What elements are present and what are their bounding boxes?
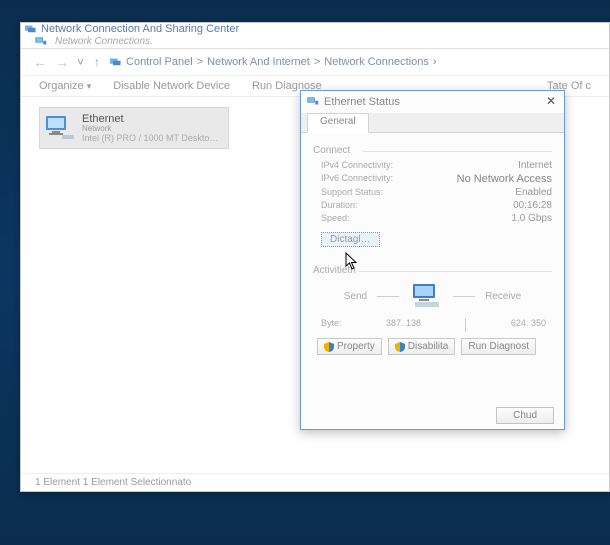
network-center-icon — [25, 24, 37, 34]
row-ipv4: IPv4 Connectivity: Internet — [321, 160, 552, 171]
section-activity: Activitieth — [313, 265, 552, 276]
bytes-received: 624. 350 — [511, 318, 546, 332]
dialog-tabrow: General — [301, 113, 564, 133]
disable-device-button[interactable]: Disable Network Device — [113, 80, 230, 92]
tab-label: Network Connections. — [55, 36, 153, 47]
dialog-body: Connect IPv4 Connectivity: Internet IPv6… — [301, 133, 564, 363]
window-titlebar: Network Connection And Sharing Center — [21, 23, 609, 35]
breadcrumb-part-1[interactable]: Control Panel — [126, 56, 193, 68]
duration-label: Duration: — [321, 200, 358, 211]
row-duration: Duration: 00:16:28 — [321, 200, 552, 211]
byte-row: Byte: 387. 138 624. 350 — [321, 318, 546, 332]
support-label: Support Status: — [321, 187, 383, 198]
row-speed: Speed: 1.0 Gbps — [321, 213, 552, 224]
activity-visual: Send Receive — [313, 282, 552, 310]
breadcrumb-icon — [110, 57, 122, 67]
breadcrumb-sep-2: > — [314, 56, 320, 68]
ethernet-icon — [307, 97, 319, 107]
activity-computer-icon — [409, 282, 443, 310]
diagnose-button[interactable]: Run Diagnost — [461, 338, 536, 355]
dialog-title: Ethernet Status — [324, 96, 400, 108]
connection-adapter: Intel (R) PRO / 1000 MT Desktop Ad… — [82, 134, 222, 144]
receive-label: Receive — [485, 291, 521, 302]
speed-value: 1.0 Gbps — [511, 213, 552, 224]
close-button[interactable]: Chud — [496, 407, 554, 424]
speed-label: Speed: — [321, 213, 350, 224]
forward-button[interactable]: → — [55, 54, 67, 70]
ipv4-label: IPv4 Connectivity: — [321, 160, 393, 171]
breadcrumb[interactable]: Control Panel > Network And Internet > N… — [110, 56, 437, 68]
close-icon[interactable]: ✕ — [544, 95, 558, 109]
duration-value: 00:16:28 — [513, 200, 552, 211]
byte-label: Byte: — [321, 318, 342, 332]
ethernet-status-dialog: Ethernet Status ✕ General Connect IPv4 C… — [300, 90, 565, 430]
organize-menu[interactable]: Organize ▾ — [39, 80, 91, 92]
shield-icon — [395, 342, 405, 352]
breadcrumb-sep-3: › — [433, 56, 437, 68]
connection-name: Ethernet — [82, 113, 222, 125]
breadcrumb-sep-1: > — [197, 56, 203, 68]
dialog-titlebar: Ethernet Status ✕ — [301, 91, 564, 113]
activity-dash-left — [377, 296, 399, 297]
breadcrumb-part-3[interactable]: Network Connections — [324, 56, 429, 68]
network-connections-icon — [35, 37, 47, 47]
row-support: Support Status: Enabled — [321, 187, 552, 198]
ipv4-value: Internet — [518, 160, 552, 171]
ipv6-value: No Network Access — [457, 173, 552, 185]
details-button[interactable]: Dictagl… — [321, 232, 380, 247]
bytes-sent: 387. 138 — [386, 318, 421, 332]
disable-button[interactable]: Disabilita — [388, 338, 456, 355]
dialog-footer: Chud — [496, 409, 554, 421]
connection-item-labels: Ethernet Network Intel (R) PRO / 1000 MT… — [82, 113, 222, 144]
window-tabstrip: Network Connections. — [21, 35, 609, 49]
breadcrumb-part-2[interactable]: Network And Internet — [207, 56, 310, 68]
dialog-button-row: Property Disabilita Run Diagnost — [317, 338, 552, 355]
recent-locations-chevron[interactable]: ˅ — [77, 55, 84, 69]
tab-general[interactable]: General — [307, 113, 369, 133]
send-label: Send — [344, 291, 367, 302]
connection-status: Network — [82, 125, 222, 134]
navigation-row: ← → ˅ ↑ Control Panel > Network And Inte… — [21, 49, 609, 75]
computer-network-icon — [44, 112, 76, 144]
back-button[interactable]: ← — [33, 54, 45, 70]
activity-dash-right — [453, 296, 475, 297]
byte-separator — [465, 318, 466, 332]
status-text: 1 Element 1 Element Selectionnato — [35, 477, 191, 488]
status-bar: 1 Element 1 Element Selectionnato — [21, 473, 609, 491]
section-connect: Connect — [313, 145, 552, 156]
window-title: Network Connection And Sharing Center — [41, 23, 239, 35]
up-button[interactable]: ↑ — [94, 55, 100, 69]
connection-item-ethernet[interactable]: Ethernet Network Intel (R) PRO / 1000 MT… — [39, 107, 229, 149]
support-value: Enabled — [515, 187, 552, 198]
shield-icon — [324, 342, 334, 352]
row-ipv6: IPv6 Connectivity: No Network Access — [321, 173, 552, 185]
property-button[interactable]: Property — [317, 338, 382, 355]
ipv6-label: IPv6 Connectivity: — [321, 173, 393, 185]
